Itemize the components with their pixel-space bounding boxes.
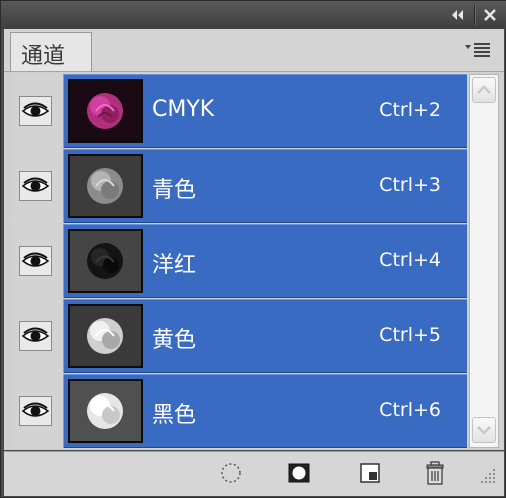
visibility-toggle[interactable]: [19, 246, 52, 276]
panel-toolbar: [4, 451, 504, 496]
channel-name: 黑色: [152, 403, 197, 428]
visibility-cell: [12, 299, 64, 373]
channels-panel: 通道 CMYK Ctrl+2 青色 Ctrl+3 洋红 Ctrl+4 黄色 Ct…: [0, 0, 506, 498]
channel-shortcut: Ctrl+5: [379, 324, 441, 346]
tab-label: 通道: [21, 44, 66, 69]
channel-list-area: CMYK Ctrl+2 青色 Ctrl+3 洋红 Ctrl+4 黄色 Ctrl+…: [4, 72, 504, 450]
channel-thumbnail: [68, 79, 143, 143]
channel-row-yellow[interactable]: 黄色 Ctrl+5: [12, 299, 467, 373]
visibility-toggle[interactable]: [19, 171, 52, 201]
channel-name: 洋红: [152, 253, 197, 278]
channel-row-magenta[interactable]: 洋红 Ctrl+4: [12, 224, 467, 298]
eye-icon: [21, 177, 50, 192]
channel-thumbnail: [68, 229, 143, 293]
visibility-cell: [12, 224, 64, 298]
channel-thumbnail: [68, 304, 143, 368]
channel-name: 黄色: [152, 328, 197, 353]
chevron-down-icon: [477, 426, 491, 435]
vertical-scrollbar[interactable]: [469, 74, 499, 448]
mask-icon[interactable]: [286, 460, 312, 486]
trash-icon[interactable]: [422, 460, 448, 486]
visibility-cell: [12, 149, 64, 223]
eye-icon: [21, 252, 50, 267]
tab-channels[interactable]: 通道: [10, 32, 92, 71]
channel-row-body[interactable]: 黑色 Ctrl+6: [64, 374, 467, 448]
channel-row-cmyk[interactable]: CMYK Ctrl+2: [12, 74, 467, 148]
channel-shortcut: Ctrl+4: [379, 249, 441, 271]
channel-row-body[interactable]: 洋红 Ctrl+4: [64, 224, 467, 298]
channel-shortcut: Ctrl+6: [379, 399, 441, 421]
channel-row-cyan[interactable]: 青色 Ctrl+3: [12, 149, 467, 223]
channel-name: 青色: [152, 178, 197, 203]
scroll-up-button[interactable]: [472, 77, 496, 103]
channel-row-body[interactable]: 青色 Ctrl+3: [64, 149, 467, 223]
channel-shortcut: Ctrl+2: [379, 99, 441, 121]
tab-strip: 通道: [4, 29, 504, 72]
double-chevron-left-icon[interactable]: [447, 5, 469, 25]
dotted-circle-icon[interactable]: [218, 460, 244, 486]
visibility-cell: [12, 374, 64, 448]
resize-grip-icon[interactable]: [478, 466, 498, 486]
channel-row-body[interactable]: CMYK Ctrl+2: [64, 74, 467, 148]
panel-menu-icon[interactable]: [464, 41, 494, 57]
chevron-up-icon: [477, 85, 491, 94]
panel-titlebar: [1, 1, 506, 29]
channel-row-black[interactable]: 黑色 Ctrl+6: [12, 374, 467, 448]
channel-list: CMYK Ctrl+2 青色 Ctrl+3 洋红 Ctrl+4 黄色 Ctrl+…: [12, 72, 467, 450]
visibility-cell: [12, 74, 64, 148]
titlebar-divider: [474, 5, 476, 25]
scroll-down-button[interactable]: [472, 417, 496, 443]
close-icon[interactable]: [479, 5, 501, 25]
channel-row-body[interactable]: 黄色 Ctrl+5: [64, 299, 467, 373]
eye-icon: [21, 402, 50, 417]
channel-name: CMYK: [152, 97, 215, 122]
eye-icon: [21, 327, 50, 342]
visibility-toggle[interactable]: [19, 321, 52, 351]
new-page-icon[interactable]: [357, 460, 383, 486]
channel-thumbnail: [68, 379, 143, 443]
channel-thumbnail: [68, 154, 143, 218]
visibility-toggle[interactable]: [19, 96, 52, 126]
channel-shortcut: Ctrl+3: [379, 174, 441, 196]
visibility-toggle[interactable]: [19, 396, 52, 426]
eye-icon: [21, 102, 50, 117]
